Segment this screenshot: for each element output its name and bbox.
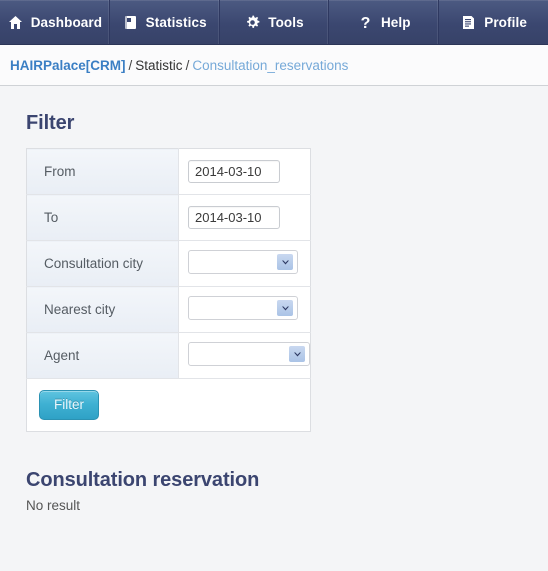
filter-row-from: From [26, 148, 311, 195]
agent-select[interactable] [188, 342, 310, 366]
breadcrumb: HAIRPalace[CRM] / Statistic / Consultation_r… [10, 58, 348, 73]
svg-text:?: ? [361, 15, 371, 31]
chevron-down-icon[interactable] [277, 254, 293, 270]
nav-item-dashboard[interactable]: Dashboard [0, 0, 110, 44]
consultation-city-select[interactable] [188, 250, 298, 274]
breadcrumb-current-link[interactable]: Consultation_reservations [192, 58, 348, 73]
nav-item-label: Profile [484, 14, 527, 30]
filter-value-from [178, 148, 311, 195]
nav-item-label: Tools [268, 14, 304, 30]
breadcrumb-separator: / [128, 57, 133, 73]
filter-row-agent: Agent [26, 332, 311, 379]
filter-label-to: To [26, 194, 179, 241]
breadcrumb-separator: / [185, 57, 190, 73]
nav-item-help[interactable]: ? Help [329, 0, 440, 44]
to-date-input[interactable] [188, 206, 280, 229]
filter-label-from: From [26, 148, 179, 195]
nav-item-label: Dashboard [30, 14, 103, 30]
filter-row-to: To [26, 194, 311, 241]
filter-value-nearest-city [178, 286, 311, 333]
results-empty-message: No result [26, 498, 81, 513]
chevron-down-icon[interactable] [289, 346, 305, 362]
filter-value-to [178, 194, 311, 241]
nav-item-label: Statistics [145, 14, 207, 30]
book-icon [122, 14, 139, 31]
filter-value-agent [178, 332, 311, 379]
nav-item-tools[interactable]: Tools [220, 0, 330, 44]
nearest-city-select[interactable] [188, 296, 298, 320]
filter-label-nearest-city: Nearest city [26, 286, 179, 333]
nav-item-profile[interactable]: Profile [439, 0, 548, 44]
main-content: Filter From To Consultation city [0, 86, 548, 571]
filter-row-nearest-city: Nearest city [26, 286, 311, 333]
question-mark-icon: ? [357, 14, 374, 31]
nav-item-label: Help [380, 14, 411, 30]
filter-row-submit: Filter [26, 378, 311, 432]
filter-label-consultation-city: Consultation city [26, 240, 179, 287]
from-date-input[interactable] [188, 160, 280, 183]
top-navigation-bar: Dashboard Statistics Tools ? Help Profil… [0, 0, 548, 45]
breadcrumb-section: Statistic [135, 57, 183, 73]
nav-item-statistics[interactable]: Statistics [110, 0, 220, 44]
filter-label-agent: Agent [26, 332, 179, 379]
filter-heading: Filter [26, 112, 75, 134]
filter-form-table: From To Consultation city [26, 148, 311, 432]
breadcrumb-bar: HAIRPalace[CRM] / Statistic / Consultation_r… [0, 45, 548, 86]
filter-value-consultation-city [178, 240, 311, 287]
filter-submit-button[interactable]: Filter [39, 390, 99, 420]
results-heading: Consultation reservation [26, 469, 260, 491]
filter-row-consultation-city: Consultation city [26, 240, 311, 287]
gear-icon [244, 14, 261, 31]
document-icon [460, 14, 477, 31]
chevron-down-icon[interactable] [277, 300, 293, 316]
home-icon [7, 14, 24, 31]
filter-submit-cell: Filter [26, 378, 311, 432]
breadcrumb-root-link[interactable]: HAIRPalace[CRM] [10, 58, 126, 73]
